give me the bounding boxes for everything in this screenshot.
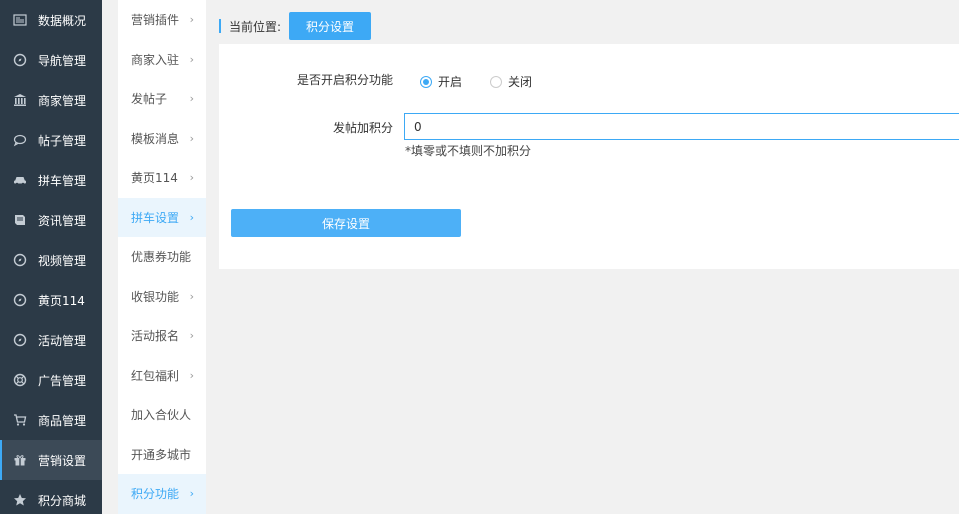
sidebar-item-label: 黄页114 <box>38 293 85 308</box>
sidebar-item-label: 资讯管理 <box>38 213 87 228</box>
marketing-submenu: 营销插件 › 商家入驻 › 发帖子 › 模板消息 › 黄页114 › 拼车设置 › 优惠券功… <box>118 0 206 514</box>
submenu-item-coupons[interactable]: 优惠券功能 <box>118 237 206 277</box>
sidebar-item-label: 活动管理 <box>38 333 87 348</box>
breadcrumb: 当前位置: 积分设置 <box>219 12 372 40</box>
sidebar-item-carpool[interactable]: 拼车管理 <box>0 160 102 200</box>
sidebar-item-navigation[interactable]: 导航管理 <box>0 40 102 80</box>
sidebar-item-yellow-pages[interactable]: 黄页114 <box>0 280 102 320</box>
sidebar-item-label: 数据概况 <box>38 13 87 28</box>
chevron-right-icon: › <box>189 329 194 343</box>
cart-icon <box>12 412 28 428</box>
sidebar-item-dashboard[interactable]: 数据概况 <box>0 0 102 40</box>
submenu-item-merchant-entry[interactable]: 商家入驻 › <box>118 40 206 80</box>
sidebar-item-label: 商品管理 <box>38 413 87 428</box>
submenu-item-label: 活动报名 <box>131 329 180 344</box>
sidebar-item-events[interactable]: 活动管理 <box>0 320 102 360</box>
submenu-item-label: 营销插件 <box>131 13 180 28</box>
enable-points-radio-group: 开启 关闭 <box>420 73 560 90</box>
chevron-right-icon: › <box>189 368 194 382</box>
submenu-item-label: 开通多城市 <box>131 447 192 462</box>
gift-icon <box>12 452 28 468</box>
sidebar-item-news[interactable]: 资讯管理 <box>0 200 102 240</box>
radio-disable-label: 关闭 <box>508 75 533 89</box>
sidebar-item-marketing[interactable]: 营销设置 <box>0 440 102 480</box>
compass-icon <box>12 332 28 348</box>
chevron-right-icon: › <box>189 92 194 106</box>
post-points-label: 发帖加积分 <box>332 121 393 135</box>
car-icon <box>12 172 28 188</box>
bank-icon <box>12 92 28 108</box>
compass-icon <box>12 52 28 68</box>
sidebar-item-label: 视频管理 <box>38 253 87 268</box>
main-sidebar: 数据概况 导航管理 商家管理 帖子管理 拼车管理 资讯管理 视频管理 黄页114… <box>0 0 102 514</box>
radio-enable[interactable]: 开启 <box>420 73 462 90</box>
submenu-item-cashier[interactable]: 收银功能 › <box>118 277 206 317</box>
dashboard-icon <box>12 12 28 28</box>
post-points-hint: *填零或不填则不加积分 <box>405 144 532 158</box>
submenu-item-event-signup[interactable]: 活动报名 › <box>118 316 206 356</box>
submenu-item-multi-city[interactable]: 开通多城市 <box>118 435 206 475</box>
chevron-right-icon: › <box>189 487 194 501</box>
submenu-item-yellow-pages[interactable]: 黄页114 › <box>118 158 206 198</box>
sidebar-item-points-mall[interactable]: 积分商城 <box>0 480 102 514</box>
sidebar-item-label: 营销设置 <box>38 453 87 468</box>
sidebar-item-label: 商家管理 <box>38 93 87 108</box>
chevron-right-icon: › <box>189 52 194 66</box>
breadcrumb-label: 当前位置: <box>229 19 282 34</box>
save-settings-button[interactable]: 保存设置 <box>231 209 461 237</box>
sidebar-item-posts[interactable]: 帖子管理 <box>0 120 102 160</box>
submenu-item-label: 加入合伙人 <box>131 408 192 423</box>
submenu-item-label: 商家入驻 <box>131 52 180 67</box>
sidebar-item-label: 广告管理 <box>38 373 87 388</box>
radio-enable-label: 开启 <box>438 75 463 89</box>
chevron-right-icon: › <box>189 289 194 303</box>
sidebar-item-label: 拼车管理 <box>38 173 87 188</box>
radio-disable[interactable]: 关闭 <box>490 73 532 90</box>
compass-icon <box>12 292 28 308</box>
chat-icon <box>12 132 28 148</box>
chevron-right-icon: › <box>189 13 194 27</box>
submenu-item-label: 收银功能 <box>131 289 180 304</box>
post-points-input[interactable] <box>404 113 959 140</box>
submenu-item-red-packets[interactable]: 红包福利 › <box>118 356 206 396</box>
sidebar-item-merchants[interactable]: 商家管理 <box>0 80 102 120</box>
sidebar-item-label: 积分商城 <box>38 493 87 508</box>
compass-icon <box>12 252 28 268</box>
submenu-item-template-messages[interactable]: 模板消息 › <box>118 119 206 159</box>
submenu-item-label: 红包福利 <box>131 368 180 383</box>
lifebuoy-icon <box>12 372 28 388</box>
submenu-item-carpool-settings[interactable]: 拼车设置 › <box>118 197 206 237</box>
enable-points-label: 是否开启积分功能 <box>296 73 393 87</box>
points-settings-panel: 是否开启积分功能 开启 关闭 发帖加积分 *填零或不填则不加积分 保存设置 <box>219 44 959 269</box>
submenu-item-label: 黄页114 <box>131 171 178 186</box>
submenu-item-label: 优惠券功能 <box>131 250 192 265</box>
submenu-item-join-partner[interactable]: 加入合伙人 <box>118 395 206 435</box>
sidebar-item-label: 导航管理 <box>38 53 87 68</box>
radio-checked-icon <box>420 75 432 88</box>
submenu-item-label: 模板消息 <box>131 131 180 146</box>
chevron-right-icon: › <box>189 131 194 145</box>
breadcrumb-accent-bar <box>219 19 221 33</box>
breadcrumb-current-page[interactable]: 积分设置 <box>289 12 372 40</box>
radio-unchecked-icon <box>490 75 503 88</box>
submenu-item-points[interactable]: 积分功能 › <box>118 474 206 514</box>
submenu-item-label: 发帖子 <box>131 92 168 107</box>
submenu-item-post[interactable]: 发帖子 › <box>118 79 206 119</box>
sidebar-item-ads[interactable]: 广告管理 <box>0 360 102 400</box>
book-icon <box>12 212 28 228</box>
star-icon <box>12 492 28 508</box>
sidebar-item-label: 帖子管理 <box>38 133 87 148</box>
submenu-item-marketing-plugins[interactable]: 营销插件 › <box>118 0 206 40</box>
submenu-item-label: 积分功能 <box>131 487 180 502</box>
submenu-item-label: 拼车设置 <box>131 210 180 225</box>
sidebar-item-products[interactable]: 商品管理 <box>0 400 102 440</box>
chevron-right-icon: › <box>189 171 194 185</box>
chevron-right-icon: › <box>189 210 194 224</box>
sidebar-item-videos[interactable]: 视频管理 <box>0 240 102 280</box>
